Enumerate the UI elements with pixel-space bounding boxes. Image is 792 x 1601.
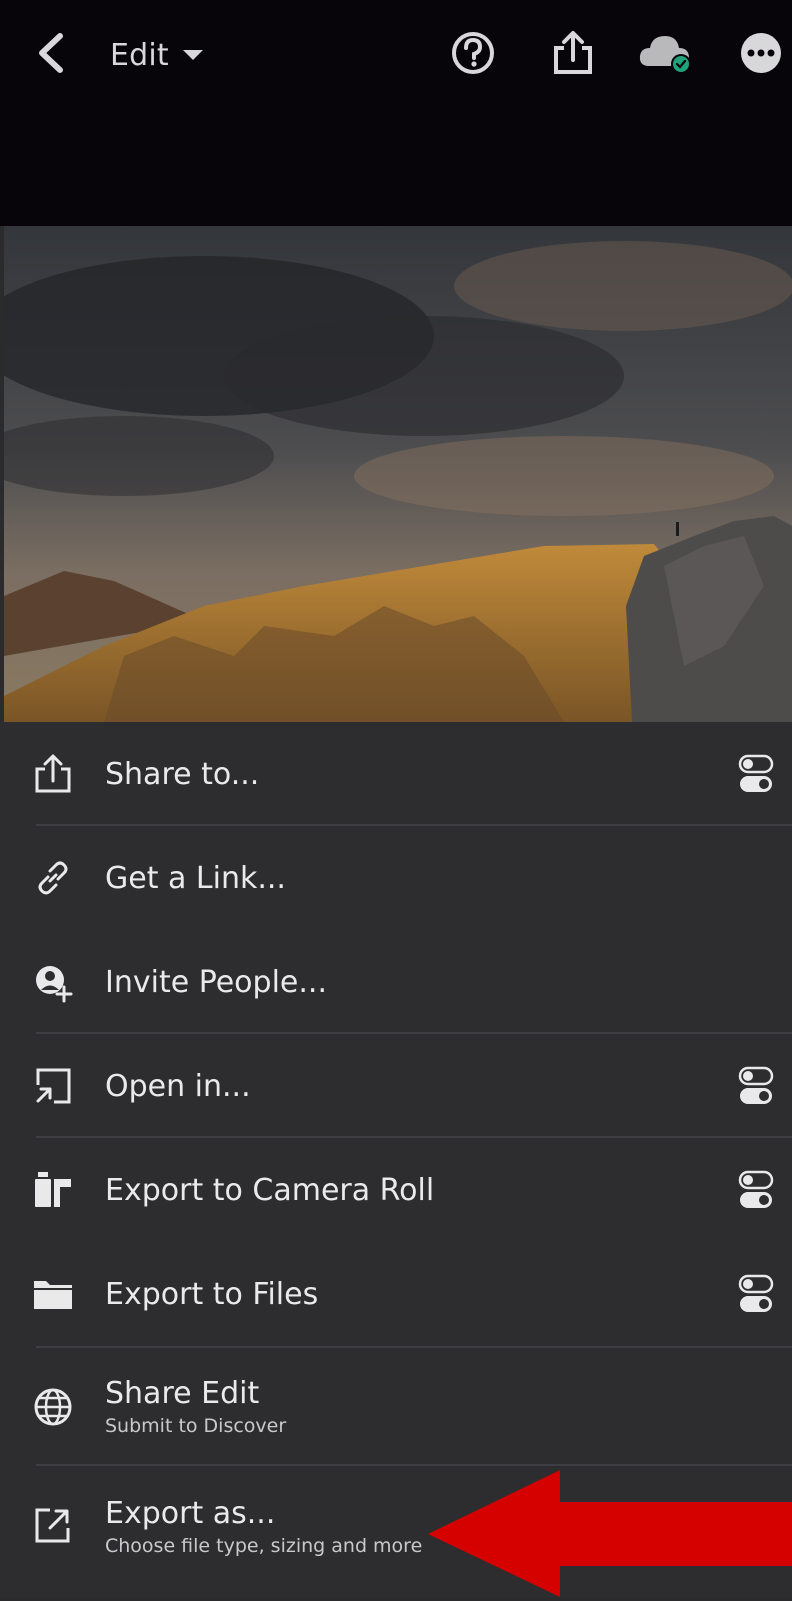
annotation-arrow-icon bbox=[420, 1462, 792, 1597]
menu-item-label: Export as... bbox=[105, 1495, 276, 1531]
menu-item-label: Share to... bbox=[105, 756, 260, 792]
menu-item-label: Invite People... bbox=[105, 964, 327, 1000]
menu-item-sublabel: Submit to Discover bbox=[105, 1414, 287, 1437]
menu-item-export-files[interactable]: Export to Files bbox=[0, 1242, 792, 1346]
menu-item-label: Share Edit bbox=[105, 1375, 260, 1411]
menu-item-export-camera-roll[interactable]: Export to Camera Roll bbox=[0, 1138, 792, 1242]
chevron-down-icon bbox=[182, 50, 203, 60]
menu-item-sublabel: Choose file type, sizing and more bbox=[105, 1534, 423, 1557]
globe-icon bbox=[32, 1386, 74, 1428]
more-icon[interactable] bbox=[736, 28, 786, 78]
toggle-settings-icon[interactable] bbox=[738, 1273, 774, 1315]
share-icon bbox=[32, 753, 74, 795]
back-icon[interactable] bbox=[34, 30, 68, 76]
toggle-settings-icon[interactable] bbox=[738, 1065, 774, 1107]
menu-item-open-in[interactable]: Open in... bbox=[0, 1034, 792, 1138]
share-icon[interactable] bbox=[548, 28, 598, 78]
camera-roll-icon bbox=[32, 1169, 74, 1211]
top-bar: Edit bbox=[0, 0, 792, 226]
menu-item-label: Open in... bbox=[105, 1068, 251, 1104]
menu-item-label: Export to Camera Roll bbox=[105, 1172, 435, 1208]
edit-mode-dropdown[interactable]: Edit bbox=[110, 30, 203, 80]
toggle-settings-icon[interactable] bbox=[738, 1169, 774, 1211]
menu-item-label: Export to Files bbox=[105, 1276, 319, 1312]
menu-item-label: Get a Link... bbox=[105, 860, 286, 896]
toggle-settings-icon[interactable] bbox=[738, 753, 774, 795]
invite-people-icon bbox=[32, 961, 74, 1003]
edit-mode-label: Edit bbox=[110, 37, 169, 73]
menu-item-get-link[interactable]: Get a Link... bbox=[0, 826, 792, 930]
menu-item-invite-people[interactable]: Invite People... bbox=[0, 930, 792, 1034]
help-icon[interactable] bbox=[448, 28, 498, 78]
export-icon bbox=[32, 1504, 74, 1546]
menu-item-share-to[interactable]: Share to... bbox=[0, 722, 792, 826]
open-in-icon bbox=[32, 1065, 74, 1107]
folder-icon bbox=[32, 1273, 74, 1315]
cloud-synced-icon[interactable] bbox=[637, 28, 697, 78]
link-icon bbox=[32, 857, 74, 899]
photo-preview bbox=[4, 226, 792, 722]
menu-item-share-edit[interactable]: Share Edit Submit to Discover bbox=[0, 1348, 792, 1464]
